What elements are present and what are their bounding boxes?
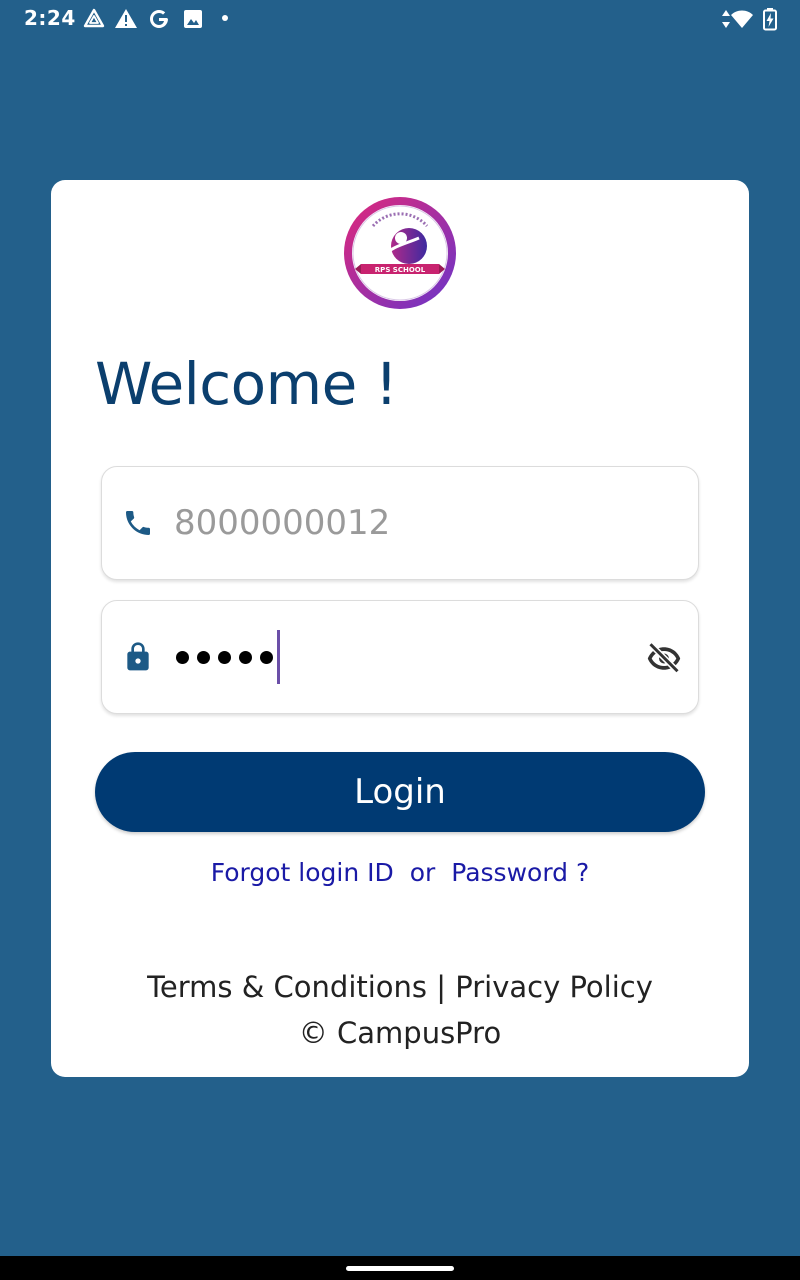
status-bar: 2:24 — [0, 0, 800, 40]
phone-field[interactable]: 8000000012 — [101, 466, 699, 580]
forgot-links: Forgot login ID or Password ? — [51, 858, 749, 887]
phone-icon — [126, 511, 150, 535]
footer-separator: | — [436, 970, 447, 1004]
welcome-heading: Welcome ! — [95, 350, 398, 418]
terms-link[interactable]: Terms & Conditions — [147, 970, 427, 1004]
forgot-login-id-link[interactable]: Forgot login ID — [207, 858, 398, 887]
navigation-bar — [0, 1256, 800, 1280]
lock-icon — [127, 642, 149, 671]
password-dot — [176, 650, 189, 664]
password-dot — [197, 650, 210, 664]
home-gesture-handle[interactable] — [346, 1266, 454, 1271]
logo-text: RPS SCHOOL — [375, 266, 426, 274]
status-time: 2:24 — [24, 6, 76, 30]
password-dot — [218, 650, 231, 664]
warning-icon — [115, 9, 137, 28]
forgot-password-link[interactable]: Password ? — [447, 858, 593, 887]
eye-off-icon[interactable] — [646, 639, 682, 675]
password-input[interactable] — [176, 630, 280, 684]
wifi-icon — [731, 10, 753, 28]
password-dot — [260, 650, 273, 664]
copyright-text: © CampusPro — [298, 1016, 502, 1050]
forgot-or-text: or — [409, 858, 436, 887]
privacy-link[interactable]: Privacy Policy — [455, 970, 653, 1004]
password-field[interactable] — [101, 600, 699, 714]
footer-links: Terms & Conditions | Privacy Policy — [51, 970, 749, 1004]
login-button[interactable]: Login — [95, 752, 705, 832]
google-icon — [150, 10, 168, 28]
image-icon — [184, 10, 202, 28]
battery-charging-icon — [763, 8, 777, 31]
password-dot — [239, 650, 252, 664]
school-logo: RPS SCHOOL — [344, 197, 456, 309]
phone-input[interactable]: 8000000012 — [174, 503, 390, 543]
text-cursor — [277, 630, 280, 684]
drive-icon — [83, 8, 105, 28]
login-card: RPS SCHOOL Welcome ! 8000000012 Login Fo… — [51, 180, 749, 1077]
dot-icon — [222, 15, 228, 21]
